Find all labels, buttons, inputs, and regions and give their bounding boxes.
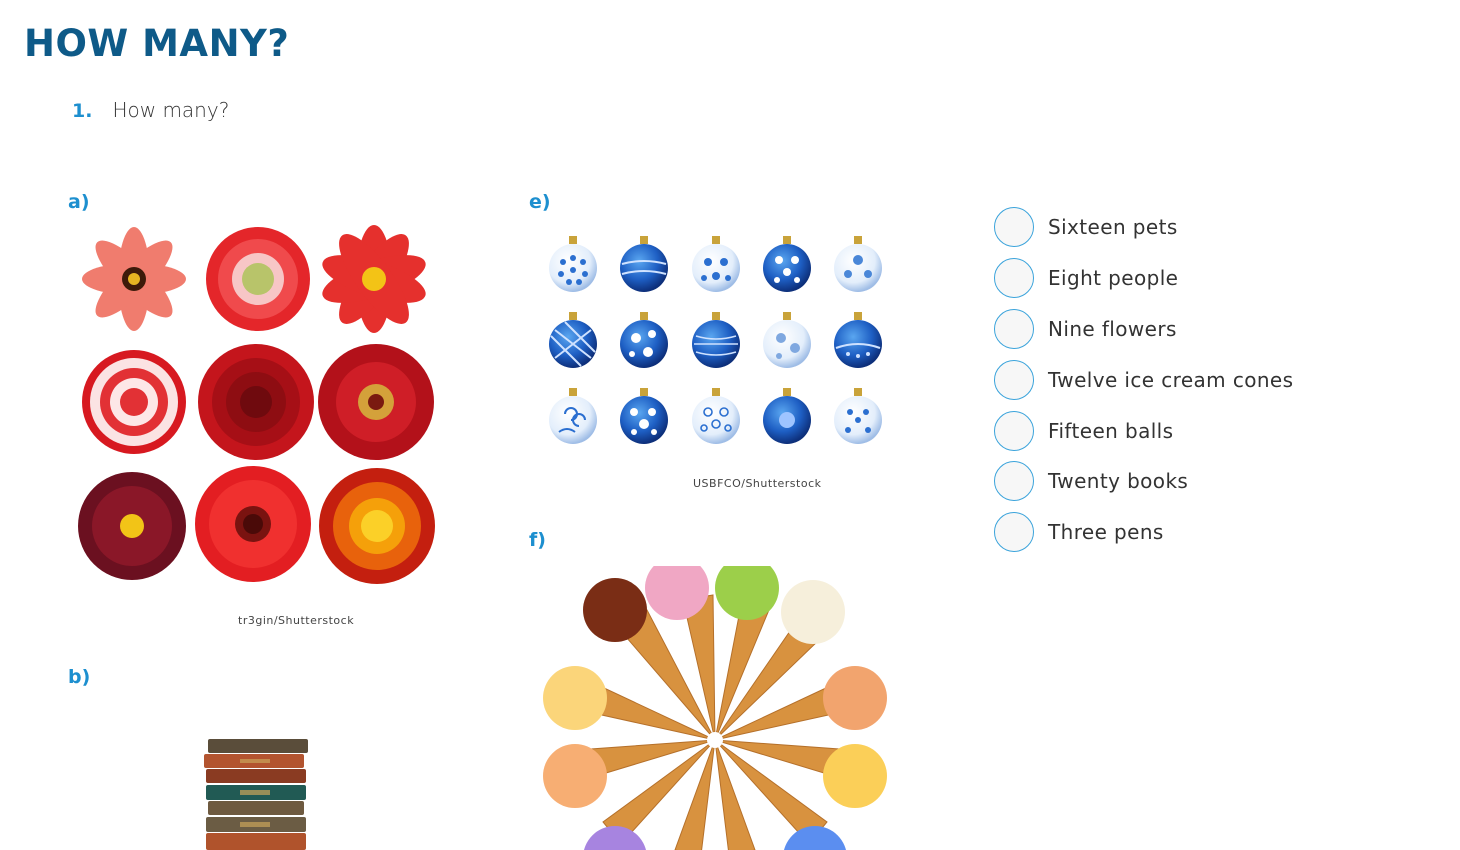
exercise-page: HOW MANY? 1. How many? a) tr3gin/Shutter… — [0, 0, 1460, 850]
page-title: HOW MANY? — [24, 22, 290, 65]
radio-button[interactable] — [994, 410, 1034, 451]
books-image — [200, 735, 312, 850]
option-label: Twenty books — [1048, 469, 1189, 494]
option-label: Twelve ice cream cones — [1048, 367, 1294, 392]
flower-7 — [78, 472, 186, 580]
item-f-letter: f) — [529, 529, 546, 551]
option-three-pens[interactable]: Three pens — [994, 507, 1293, 558]
ornaments-illustration — [549, 236, 882, 444]
flower-6 — [318, 344, 434, 460]
exercise-prompt: How many? — [112, 98, 230, 122]
flower-2 — [206, 227, 310, 331]
option-sixteen-pets[interactable]: Sixteen pets — [994, 202, 1293, 253]
radio-button[interactable] — [994, 461, 1034, 502]
exercise-heading: 1. How many? — [72, 98, 229, 122]
icecream-image — [540, 556, 890, 850]
item-b-letter: b) — [68, 666, 91, 688]
icecream-illustration — [543, 556, 887, 850]
flower-3 — [322, 225, 426, 333]
answer-options: Sixteen pets Eight people Nine flowers T… — [994, 202, 1293, 558]
exercise-number: 1. — [72, 100, 93, 122]
option-label: Nine flowers — [1048, 316, 1177, 341]
option-fifteen-balls[interactable]: Fifteen balls — [994, 405, 1293, 456]
radio-button[interactable] — [994, 308, 1034, 349]
flower-9 — [319, 468, 435, 584]
books-illustration — [204, 739, 308, 850]
radio-button[interactable] — [994, 359, 1034, 400]
item-e-credit: USBFCO/Shutterstock — [693, 477, 822, 490]
option-twenty-books[interactable]: Twenty books — [994, 456, 1293, 507]
flowers-image — [76, 222, 436, 584]
flowers-illustration — [78, 225, 435, 584]
option-label: Fifteen balls — [1048, 418, 1174, 443]
radio-button[interactable] — [994, 258, 1034, 299]
flower-4 — [82, 350, 186, 454]
radio-button[interactable] — [994, 207, 1034, 248]
radio-button[interactable] — [994, 512, 1034, 553]
option-nine-flowers[interactable]: Nine flowers — [994, 304, 1293, 355]
option-label: Sixteen pets — [1048, 215, 1178, 240]
item-e-letter: e) — [529, 191, 551, 213]
ornaments-image — [545, 226, 890, 456]
item-a-credit: tr3gin/Shutterstock — [238, 614, 355, 627]
option-label: Eight people — [1048, 266, 1179, 291]
flower-5 — [198, 344, 314, 460]
item-a-letter: a) — [68, 191, 90, 213]
option-twelve-ice-cream-cones[interactable]: Twelve ice cream cones — [994, 354, 1293, 405]
option-eight-people[interactable]: Eight people — [994, 253, 1293, 304]
flower-8 — [195, 466, 311, 582]
flower-1 — [82, 227, 186, 331]
option-label: Three pens — [1048, 520, 1164, 545]
